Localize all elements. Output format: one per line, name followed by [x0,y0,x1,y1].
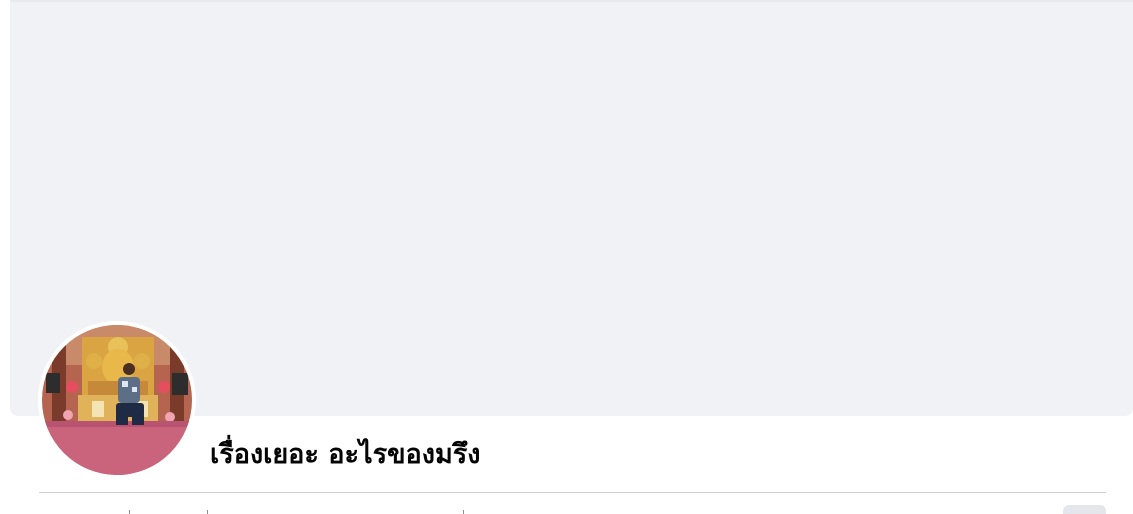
tab-separator [463,510,464,514]
tab-separator [207,510,208,514]
profile-name: เรื่องเยอะ อะไรของมรึง [210,439,481,470]
profile-photo-temple-icon [42,325,192,475]
profile-picture[interactable] [42,325,192,475]
tab-separator [129,510,130,514]
more-options-button[interactable] [1063,505,1106,514]
profile-page: เรื่องเยอะ อะไรของมรึง [0,0,1133,514]
header-divider [39,492,1106,493]
profile-picture-frame[interactable] [38,321,196,479]
